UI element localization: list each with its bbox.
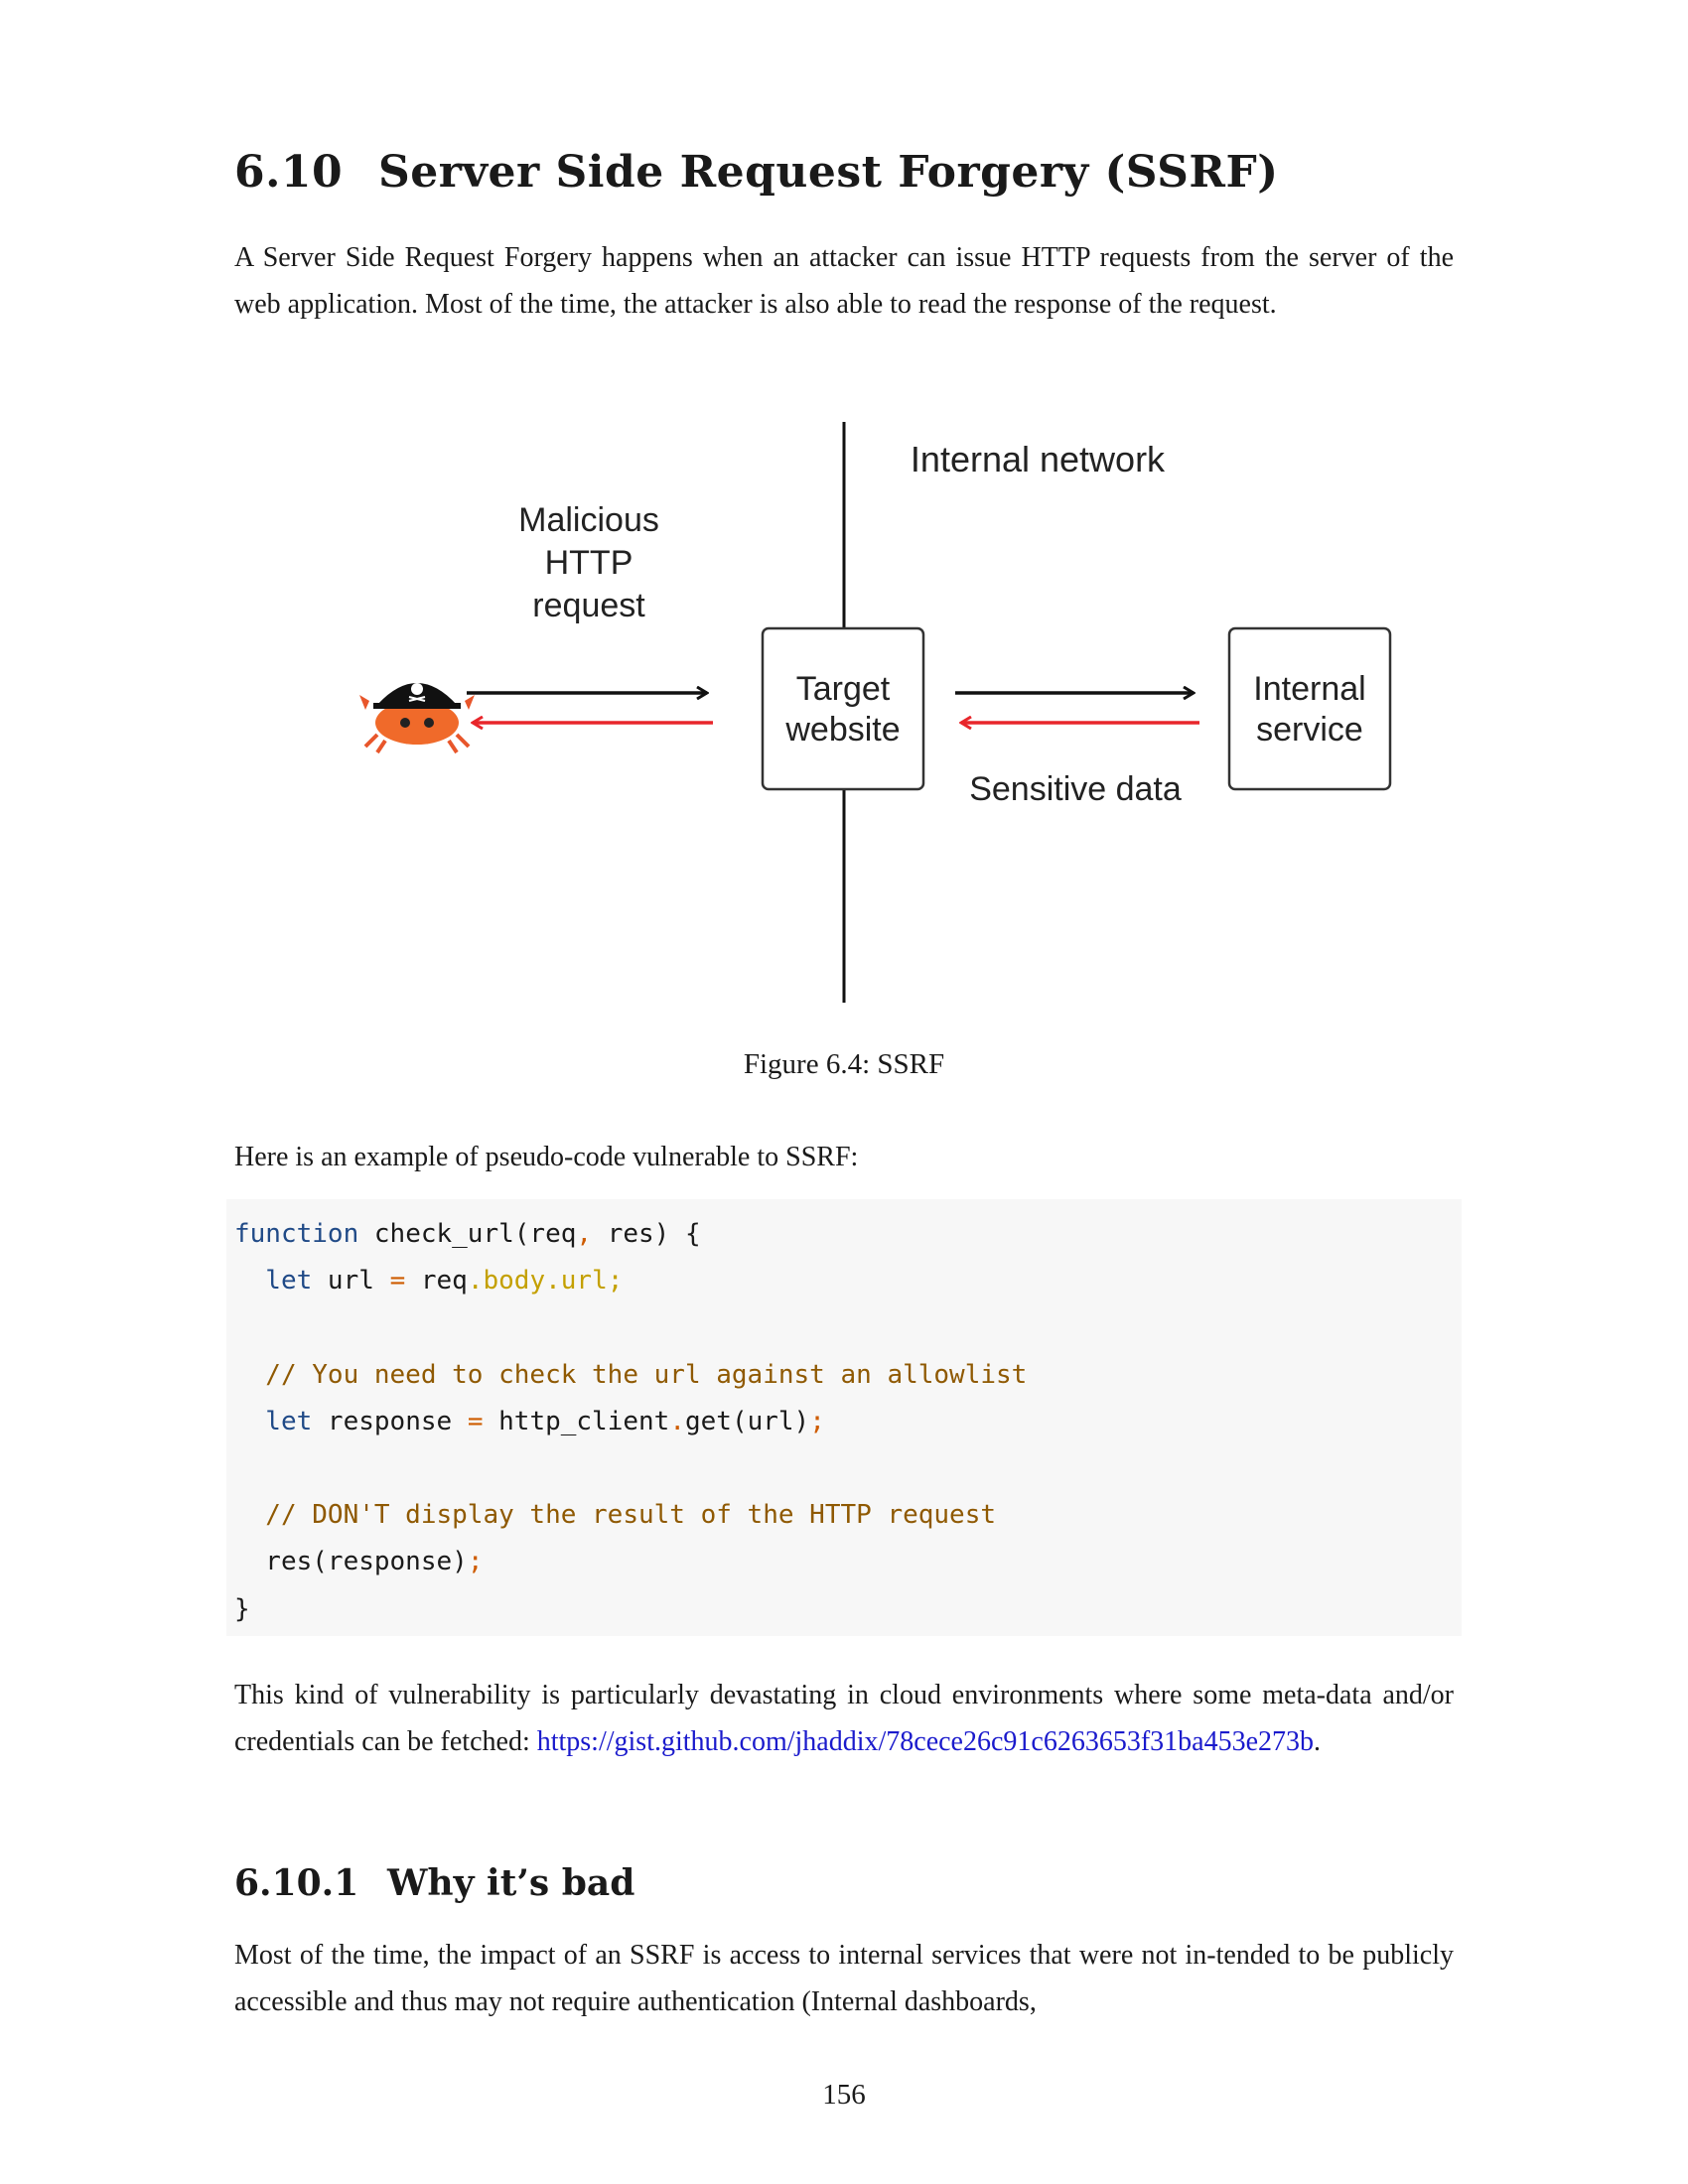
- cloud-text-end: .: [1314, 1726, 1322, 1757]
- subsection-title: Why it’s bad: [387, 1862, 635, 1904]
- code-keyword: let: [234, 1406, 313, 1436]
- code-line: let response = http_client.get(url);: [234, 1399, 1454, 1445]
- code-text: url: [312, 1266, 390, 1297]
- internal-network-label: Internal network: [911, 439, 1166, 479]
- code-keyword: let: [234, 1266, 313, 1297]
- subsection-heading: 6.10.1 Why it’s bad: [234, 1862, 634, 1904]
- pirate-crab-icon: [359, 683, 475, 754]
- code-block: function check_url(req, res) { let url =…: [226, 1199, 1462, 1636]
- code-keyword: function: [234, 1219, 359, 1249]
- target-label-2: website: [784, 711, 900, 749]
- document-page: 6.10 Server Side Request Forgery (SSRF) A…: [0, 0, 1688, 2184]
- code-text: }: [234, 1593, 250, 1624]
- code-operator: ,: [576, 1219, 593, 1249]
- malicious-label-3: request: [532, 587, 645, 624]
- code-line: }: [234, 1586, 1454, 1633]
- code-line: // DON'T display the result of the HTTP …: [234, 1492, 1454, 1539]
- intro-paragraph: A Server Side Request Forgery happens wh…: [234, 242, 1454, 320]
- code-operator: =: [467, 1406, 484, 1436]
- code-text: get(url): [684, 1406, 810, 1436]
- sensitive-data-label: Sensitive data: [969, 770, 1182, 808]
- section-title: Server Side Request Forgery (SSRF): [378, 147, 1279, 198]
- code-operator: ;: [809, 1406, 825, 1436]
- internal-label-1: Internal: [1253, 670, 1365, 708]
- code-line: // You need to check the url against an …: [234, 1352, 1454, 1399]
- code-operator: ;: [467, 1547, 484, 1577]
- code-comment: // DON'T display the result of the HTTP …: [234, 1500, 997, 1531]
- code-operator: .: [669, 1406, 685, 1436]
- code-text: response: [312, 1406, 468, 1436]
- why-paragraph: Most of the time, the impact of an SSRF …: [234, 1940, 1454, 2017]
- code-line: let url = req.body.url;: [234, 1258, 1454, 1304]
- malicious-label-1: Malicious: [518, 501, 659, 539]
- code-text: res(response): [234, 1547, 468, 1577]
- code-operator: =: [389, 1266, 406, 1297]
- cloud-paragraph: This kind of vulnerability is particular…: [234, 1672, 1454, 1765]
- code-text: res) {: [592, 1219, 701, 1249]
- internal-service-box: [1227, 626, 1392, 791]
- code-comment: // You need to check the url against an …: [234, 1359, 1028, 1390]
- code-line: res(response);: [234, 1539, 1454, 1585]
- ssrf-diagram-svg: Internal network Malicious HTTP request: [359, 422, 1392, 1003]
- target-label-1: Target: [796, 670, 891, 708]
- figure-caption: Figure 6.4: SSRF: [743, 1048, 945, 1080]
- ssrf-diagram: Internal network Malicious HTTP request: [278, 417, 1430, 1013]
- code-text: check_url(req: [358, 1219, 577, 1249]
- code-line: function check_url(req, res) {: [234, 1211, 1454, 1258]
- section-heading: 6.10 Server Side Request Forgery (SSRF): [234, 147, 1279, 198]
- code-lead-paragraph: Here is an example of pseudo-code vulner…: [234, 1142, 859, 1172]
- section-number: 6.10: [234, 147, 344, 198]
- code-text: req: [405, 1266, 468, 1297]
- internal-label-2: service: [1256, 711, 1363, 749]
- page-number: 156: [822, 2079, 866, 2111]
- target-website-box: [761, 626, 925, 791]
- code-text: http_client: [483, 1406, 670, 1436]
- malicious-label-2: HTTP: [545, 544, 633, 582]
- gist-link[interactable]: https://gist.github.com/jhaddix/78cece26…: [537, 1726, 1314, 1757]
- subsection-number: 6.10.1: [234, 1862, 359, 1904]
- code-field: .body.url;: [467, 1266, 624, 1297]
